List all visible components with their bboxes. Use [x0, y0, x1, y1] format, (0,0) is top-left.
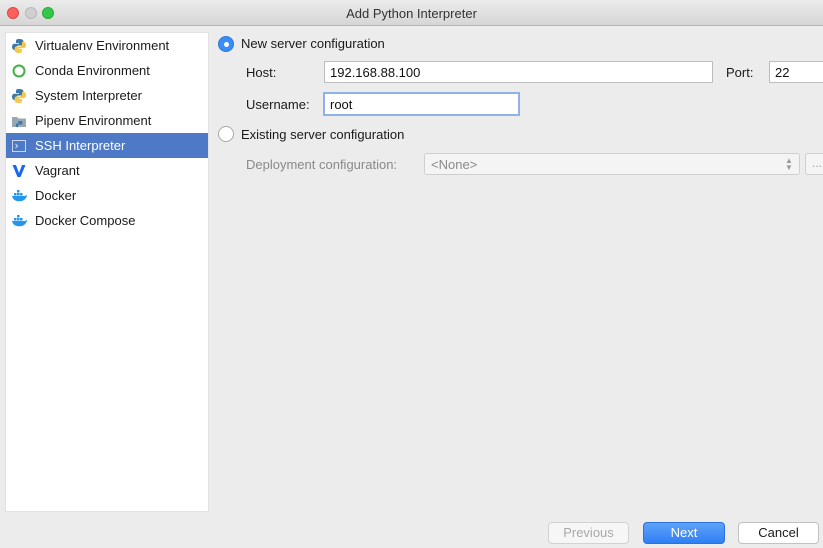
- new-server-label: New server configuration: [241, 36, 385, 51]
- docker-icon: [11, 188, 27, 204]
- ssh-icon: [11, 138, 27, 154]
- host-label: Host:: [246, 65, 277, 80]
- deployment-config-label: Deployment configuration:: [246, 157, 398, 172]
- sidebar-item-pipenv[interactable]: Pipenv Environment: [6, 108, 208, 133]
- vagrant-icon: [11, 163, 27, 179]
- previous-button[interactable]: Previous: [548, 522, 629, 544]
- sidebar-item-conda[interactable]: Conda Environment: [6, 58, 208, 83]
- conda-icon: [11, 63, 27, 79]
- python-icon: [11, 38, 27, 54]
- window-title: Add Python Interpreter: [346, 6, 477, 21]
- sidebar-item-label: Vagrant: [35, 163, 80, 178]
- sidebar-item-label: Docker Compose: [35, 213, 136, 228]
- sidebar-item-label: Pipenv Environment: [35, 113, 152, 128]
- sidebar-item-ssh[interactable]: SSH Interpreter: [6, 133, 208, 158]
- updown-chevron-icon: ▲ ▼: [785, 156, 793, 172]
- sidebar-item-docker-compose[interactable]: Docker Compose: [6, 208, 208, 233]
- existing-server-radio[interactable]: [218, 126, 234, 142]
- sidebar-item-system[interactable]: System Interpreter: [6, 83, 208, 108]
- sidebar-item-label: Virtualenv Environment: [35, 38, 170, 53]
- sidebar-item-label: SSH Interpreter: [35, 138, 126, 153]
- username-input[interactable]: [323, 92, 520, 116]
- title-bar: Add Python Interpreter: [0, 0, 823, 26]
- sidebar-item-label: Docker: [35, 188, 77, 203]
- deployment-config-select[interactable]: <None> ▲ ▼: [424, 153, 800, 175]
- sidebar-item-docker[interactable]: Docker: [6, 183, 208, 208]
- sidebar-item-vagrant[interactable]: Vagrant: [6, 158, 208, 183]
- host-input[interactable]: [324, 61, 713, 83]
- browse-button[interactable]: ...: [805, 153, 823, 175]
- sidebar-item-label: Conda Environment: [35, 63, 150, 78]
- deployment-config-value: <None>: [431, 156, 478, 172]
- sidebar-item-label: System Interpreter: [35, 88, 142, 103]
- username-label: Username:: [246, 97, 310, 112]
- sidebar-item-virtualenv[interactable]: Virtualenv Environment: [6, 33, 208, 58]
- cancel-button[interactable]: Cancel: [738, 522, 819, 544]
- port-input[interactable]: [769, 61, 823, 83]
- interpreter-type-list: Virtualenv Environment Conda Environment…: [5, 32, 209, 512]
- pipenv-icon: [11, 113, 27, 129]
- python-icon: [11, 88, 27, 104]
- existing-server-label: Existing server configuration: [241, 127, 405, 142]
- port-label: Port:: [726, 65, 754, 80]
- docker-icon: [11, 213, 27, 229]
- new-server-radio[interactable]: [218, 36, 234, 52]
- next-button[interactable]: Next: [643, 522, 725, 544]
